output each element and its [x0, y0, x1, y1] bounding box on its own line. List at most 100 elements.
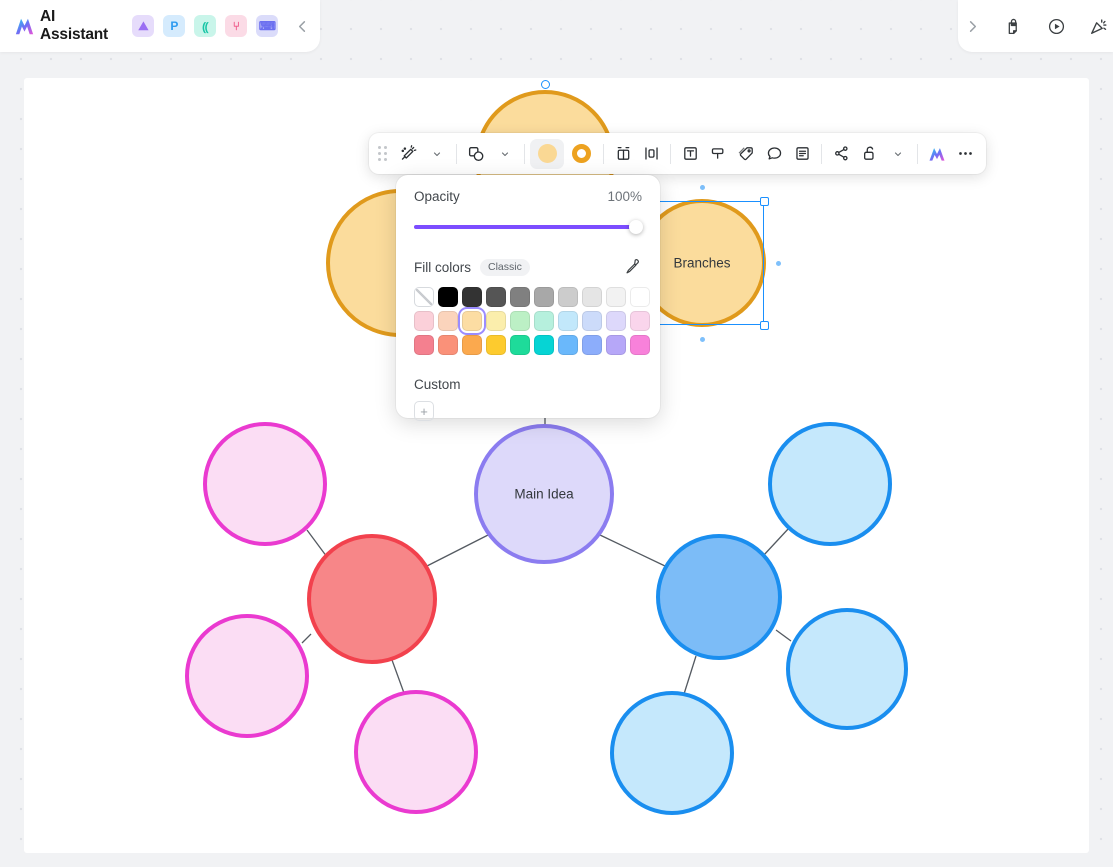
node-red-hub[interactable]	[307, 534, 437, 664]
edge-blue-to-lb2[interactable]	[775, 629, 792, 642]
node-top-orange-rotate-handle[interactable]	[540, 80, 550, 89]
swatch-teal-light[interactable]	[534, 311, 554, 331]
swatch-gray-600[interactable]	[510, 287, 530, 307]
toolbar-divider	[456, 143, 457, 164]
swatch-green-light[interactable]	[510, 311, 530, 331]
toolbar-divider	[670, 143, 671, 164]
expand-panel-button[interactable]	[960, 13, 986, 39]
swatch-indigo[interactable]	[582, 335, 602, 355]
swatch-gray-400[interactable]	[558, 287, 578, 307]
brand-title: AI Assistant	[40, 8, 108, 43]
edge-red-to-pink2[interactable]	[301, 633, 312, 644]
comment-tool[interactable]	[760, 139, 788, 169]
node-lightblue-1[interactable]	[768, 422, 892, 546]
swatch-indigo-light[interactable]	[582, 311, 602, 331]
edge-blue-to-lb3[interactable]	[683, 655, 697, 695]
opacity-track	[414, 225, 642, 229]
toolbar-divider	[917, 143, 918, 164]
edge-main-to-red[interactable]	[424, 533, 491, 568]
tag-tool[interactable]	[732, 139, 760, 169]
opacity-value: 100%	[607, 189, 642, 204]
swatch-pink[interactable]	[414, 335, 434, 355]
stroke-ring-icon	[571, 144, 591, 163]
node-pink-2[interactable]	[185, 614, 309, 738]
swatch-white[interactable]	[630, 287, 650, 307]
swatch-gray-200[interactable]	[606, 287, 626, 307]
swatch-transparent[interactable]	[414, 287, 434, 307]
node-lightblue-3[interactable]	[610, 691, 734, 815]
edge-red-to-pink3[interactable]	[391, 659, 405, 694]
fill-color-popover: Opacity 100% Fill colors Classic Custom …	[396, 175, 660, 421]
image-generate-icon[interactable]: ⛰	[132, 15, 155, 37]
swatch-cyan[interactable]	[534, 335, 554, 355]
swatch-purple-light[interactable]	[606, 311, 626, 331]
node-branches-anchor-dot[interactable]	[699, 336, 705, 342]
node-main-idea-label: Main Idea	[514, 486, 574, 502]
swatch-orange[interactable]	[462, 335, 482, 355]
sticky-note-tool[interactable]	[704, 139, 732, 169]
node-pink-3[interactable]	[354, 690, 478, 814]
node-branches-resize-handle[interactable]	[759, 196, 769, 206]
swatch-yellow-light[interactable]	[462, 311, 482, 331]
swatch-gray-900[interactable]	[462, 287, 482, 307]
presentation-icon[interactable]: P	[163, 15, 186, 37]
add-custom-color-button[interactable]: +	[414, 401, 434, 421]
node-branches-resize-handle[interactable]	[759, 320, 769, 330]
swatch-purple[interactable]	[606, 335, 626, 355]
node-blue-hub[interactable]	[656, 534, 782, 660]
ai-tool[interactable]	[923, 139, 951, 169]
edge-red-to-pink1[interactable]	[306, 529, 328, 558]
lock-tool[interactable]	[855, 139, 883, 169]
chat-icon[interactable]: ⌨	[256, 15, 279, 37]
node-lightblue-2[interactable]	[786, 608, 908, 730]
shape-type-tool[interactable]	[462, 139, 490, 169]
swatch-orange-soft[interactable]	[438, 335, 458, 355]
edge-main-to-blue[interactable]	[599, 534, 666, 567]
text-tool[interactable]	[676, 139, 704, 169]
swatch-green[interactable]	[510, 335, 530, 355]
swatch-pink-light[interactable]	[414, 311, 434, 331]
swatch-blue-light[interactable]	[558, 311, 578, 331]
opacity-thumb[interactable]	[629, 220, 643, 234]
swatch-gray-300[interactable]	[582, 287, 602, 307]
drag-grip-icon[interactable]	[374, 143, 390, 165]
swatch-lemon-light[interactable]	[486, 311, 506, 331]
more-tool[interactable]	[951, 139, 979, 169]
distribute-tool[interactable]	[637, 139, 665, 169]
eyedropper-icon[interactable]	[624, 258, 642, 276]
stroke-color-tool[interactable]	[564, 139, 598, 169]
custom-colors-label: Custom	[414, 377, 461, 392]
swatch-yellow[interactable]	[486, 335, 506, 355]
align-tool[interactable]	[609, 139, 637, 169]
palette-classic-chip[interactable]: Classic	[480, 258, 530, 276]
shape-type-caret[interactable]	[491, 139, 519, 169]
swatch-black[interactable]	[438, 287, 458, 307]
brand[interactable]: AI Assistant	[14, 8, 114, 44]
swatch-gray-500[interactable]	[534, 287, 554, 307]
edge-blue-to-lb1[interactable]	[762, 527, 790, 557]
node-pink-1[interactable]	[203, 422, 327, 546]
swatch-gray-800[interactable]	[486, 287, 506, 307]
node-branches-anchor-dot[interactable]	[699, 184, 705, 190]
opacity-slider[interactable]	[414, 220, 643, 234]
swatch-blue[interactable]	[558, 335, 578, 355]
sidebar-collapse-button[interactable]	[292, 15, 312, 37]
swatch-magenta-light[interactable]	[630, 311, 650, 331]
node-branches-anchor-dot[interactable]	[775, 260, 781, 266]
present-play-button[interactable]	[1044, 13, 1070, 39]
flowchart-icon[interactable]: ⑂	[225, 15, 248, 37]
celebrate-button[interactable]	[1086, 13, 1112, 39]
notes-tool[interactable]	[788, 139, 816, 169]
mindmap-icon[interactable]: ⸨	[194, 15, 217, 37]
connector-tool[interactable]	[827, 139, 855, 169]
header-left-pill: AI Assistant ⛰ P ⸨ ⑂ ⌨	[0, 0, 320, 52]
magic-select-tool[interactable]	[394, 139, 422, 169]
fill-color-tool[interactable]	[530, 138, 564, 169]
lock-tool-caret[interactable]	[884, 139, 912, 169]
ai-assistant-logo-icon	[14, 17, 35, 36]
swatch-orange-light[interactable]	[438, 311, 458, 331]
swatch-magenta[interactable]	[630, 335, 650, 355]
magic-select-caret[interactable]	[423, 139, 451, 169]
opacity-row: Opacity 100%	[414, 189, 642, 204]
lock-page-button[interactable]	[1002, 13, 1028, 39]
